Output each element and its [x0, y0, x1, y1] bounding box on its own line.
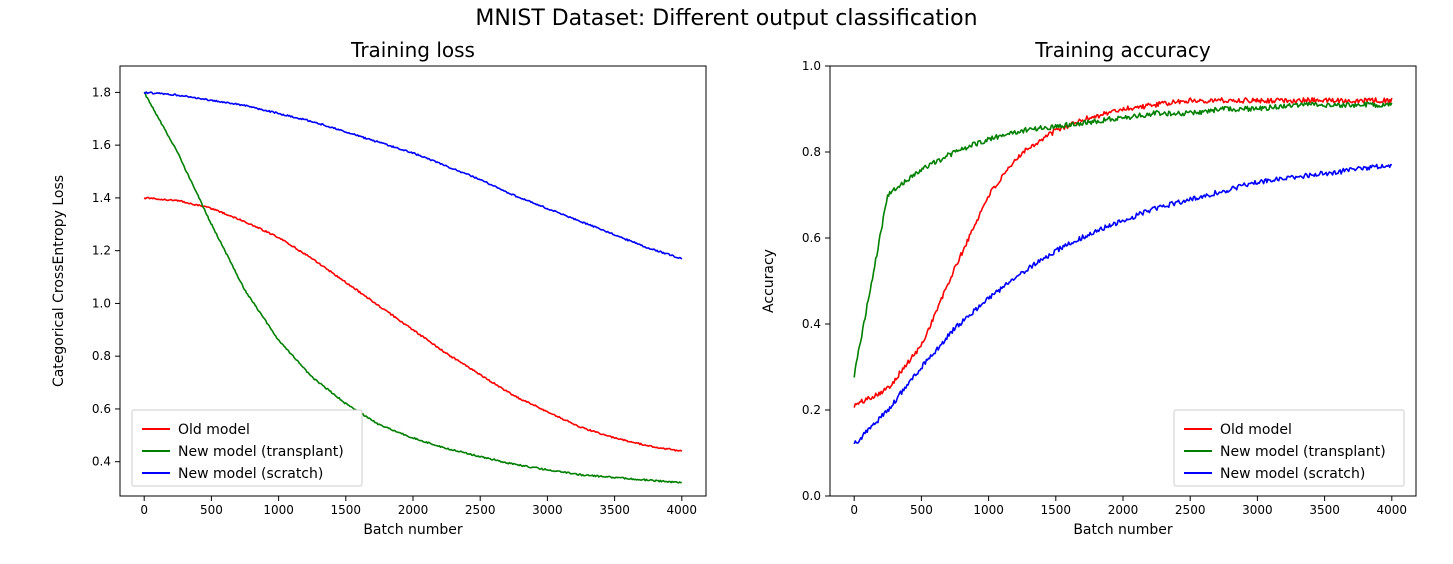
svg-text:0.4: 0.4 — [802, 317, 821, 331]
legend-label: New model (scratch) — [178, 466, 323, 482]
panel-loss-xlabel: Batch number — [120, 522, 706, 538]
svg-text:1.0: 1.0 — [92, 296, 111, 310]
svg-text:1.8: 1.8 — [92, 85, 111, 99]
legend-label: Old model — [178, 422, 250, 438]
svg-text:0.2: 0.2 — [802, 403, 821, 417]
legend: Old model New model (transplant) New model… — [1174, 410, 1404, 486]
legend-label: New model (scratch) — [1220, 466, 1365, 482]
svg-text:1.0: 1.0 — [802, 59, 821, 73]
panel-loss-plot: 050010001500200025003000350040000.40.60.… — [120, 66, 706, 496]
svg-text:3000: 3000 — [1242, 503, 1273, 517]
svg-text:4000: 4000 — [1377, 503, 1408, 517]
svg-text:0: 0 — [850, 503, 858, 517]
svg-text:2500: 2500 — [1175, 503, 1206, 517]
svg-text:500: 500 — [910, 503, 933, 517]
svg-text:1500: 1500 — [1041, 503, 1072, 517]
svg-text:0.6: 0.6 — [92, 402, 111, 416]
panel-accuracy-title: Training accuracy — [830, 38, 1416, 62]
svg-text:3000: 3000 — [532, 503, 563, 517]
figure-suptitle: MNIST Dataset: Different output classifi… — [0, 6, 1453, 31]
svg-text:2500: 2500 — [465, 503, 496, 517]
svg-text:2000: 2000 — [398, 503, 429, 517]
svg-text:4000: 4000 — [667, 503, 698, 517]
svg-text:2000: 2000 — [1108, 503, 1139, 517]
panel-loss: Training loss Batch number Categorical C… — [120, 66, 706, 496]
svg-text:0.8: 0.8 — [92, 349, 111, 363]
svg-text:0.0: 0.0 — [802, 489, 821, 503]
panel-loss-ylabel: Categorical CrossEntropy Loss — [50, 66, 68, 496]
svg-text:3500: 3500 — [1309, 503, 1340, 517]
legend: Old model New model (transplant) New model… — [132, 410, 362, 486]
svg-text:1.4: 1.4 — [92, 191, 111, 205]
svg-text:1000: 1000 — [263, 503, 294, 517]
legend-label: New model (transplant) — [178, 444, 344, 460]
panel-accuracy: Training accuracy Batch number Accuracy … — [830, 66, 1416, 496]
svg-text:0.4: 0.4 — [92, 455, 111, 469]
svg-text:1000: 1000 — [973, 503, 1004, 517]
panel-accuracy-plot: 050010001500200025003000350040000.00.20.… — [830, 66, 1416, 496]
panel-accuracy-ylabel: Accuracy — [760, 66, 778, 496]
svg-text:1.6: 1.6 — [92, 138, 111, 152]
svg-text:500: 500 — [200, 503, 223, 517]
panel-accuracy-xlabel: Batch number — [830, 522, 1416, 538]
svg-text:0: 0 — [140, 503, 148, 517]
svg-text:3500: 3500 — [599, 503, 630, 517]
svg-text:0.8: 0.8 — [802, 145, 821, 159]
legend-label: New model (transplant) — [1220, 444, 1386, 460]
svg-text:1.2: 1.2 — [92, 244, 111, 258]
svg-text:0.6: 0.6 — [802, 231, 821, 245]
legend-label: Old model — [1220, 422, 1292, 438]
figure: MNIST Dataset: Different output classifi… — [0, 0, 1453, 564]
svg-text:1500: 1500 — [331, 503, 362, 517]
panel-loss-title: Training loss — [120, 38, 706, 62]
